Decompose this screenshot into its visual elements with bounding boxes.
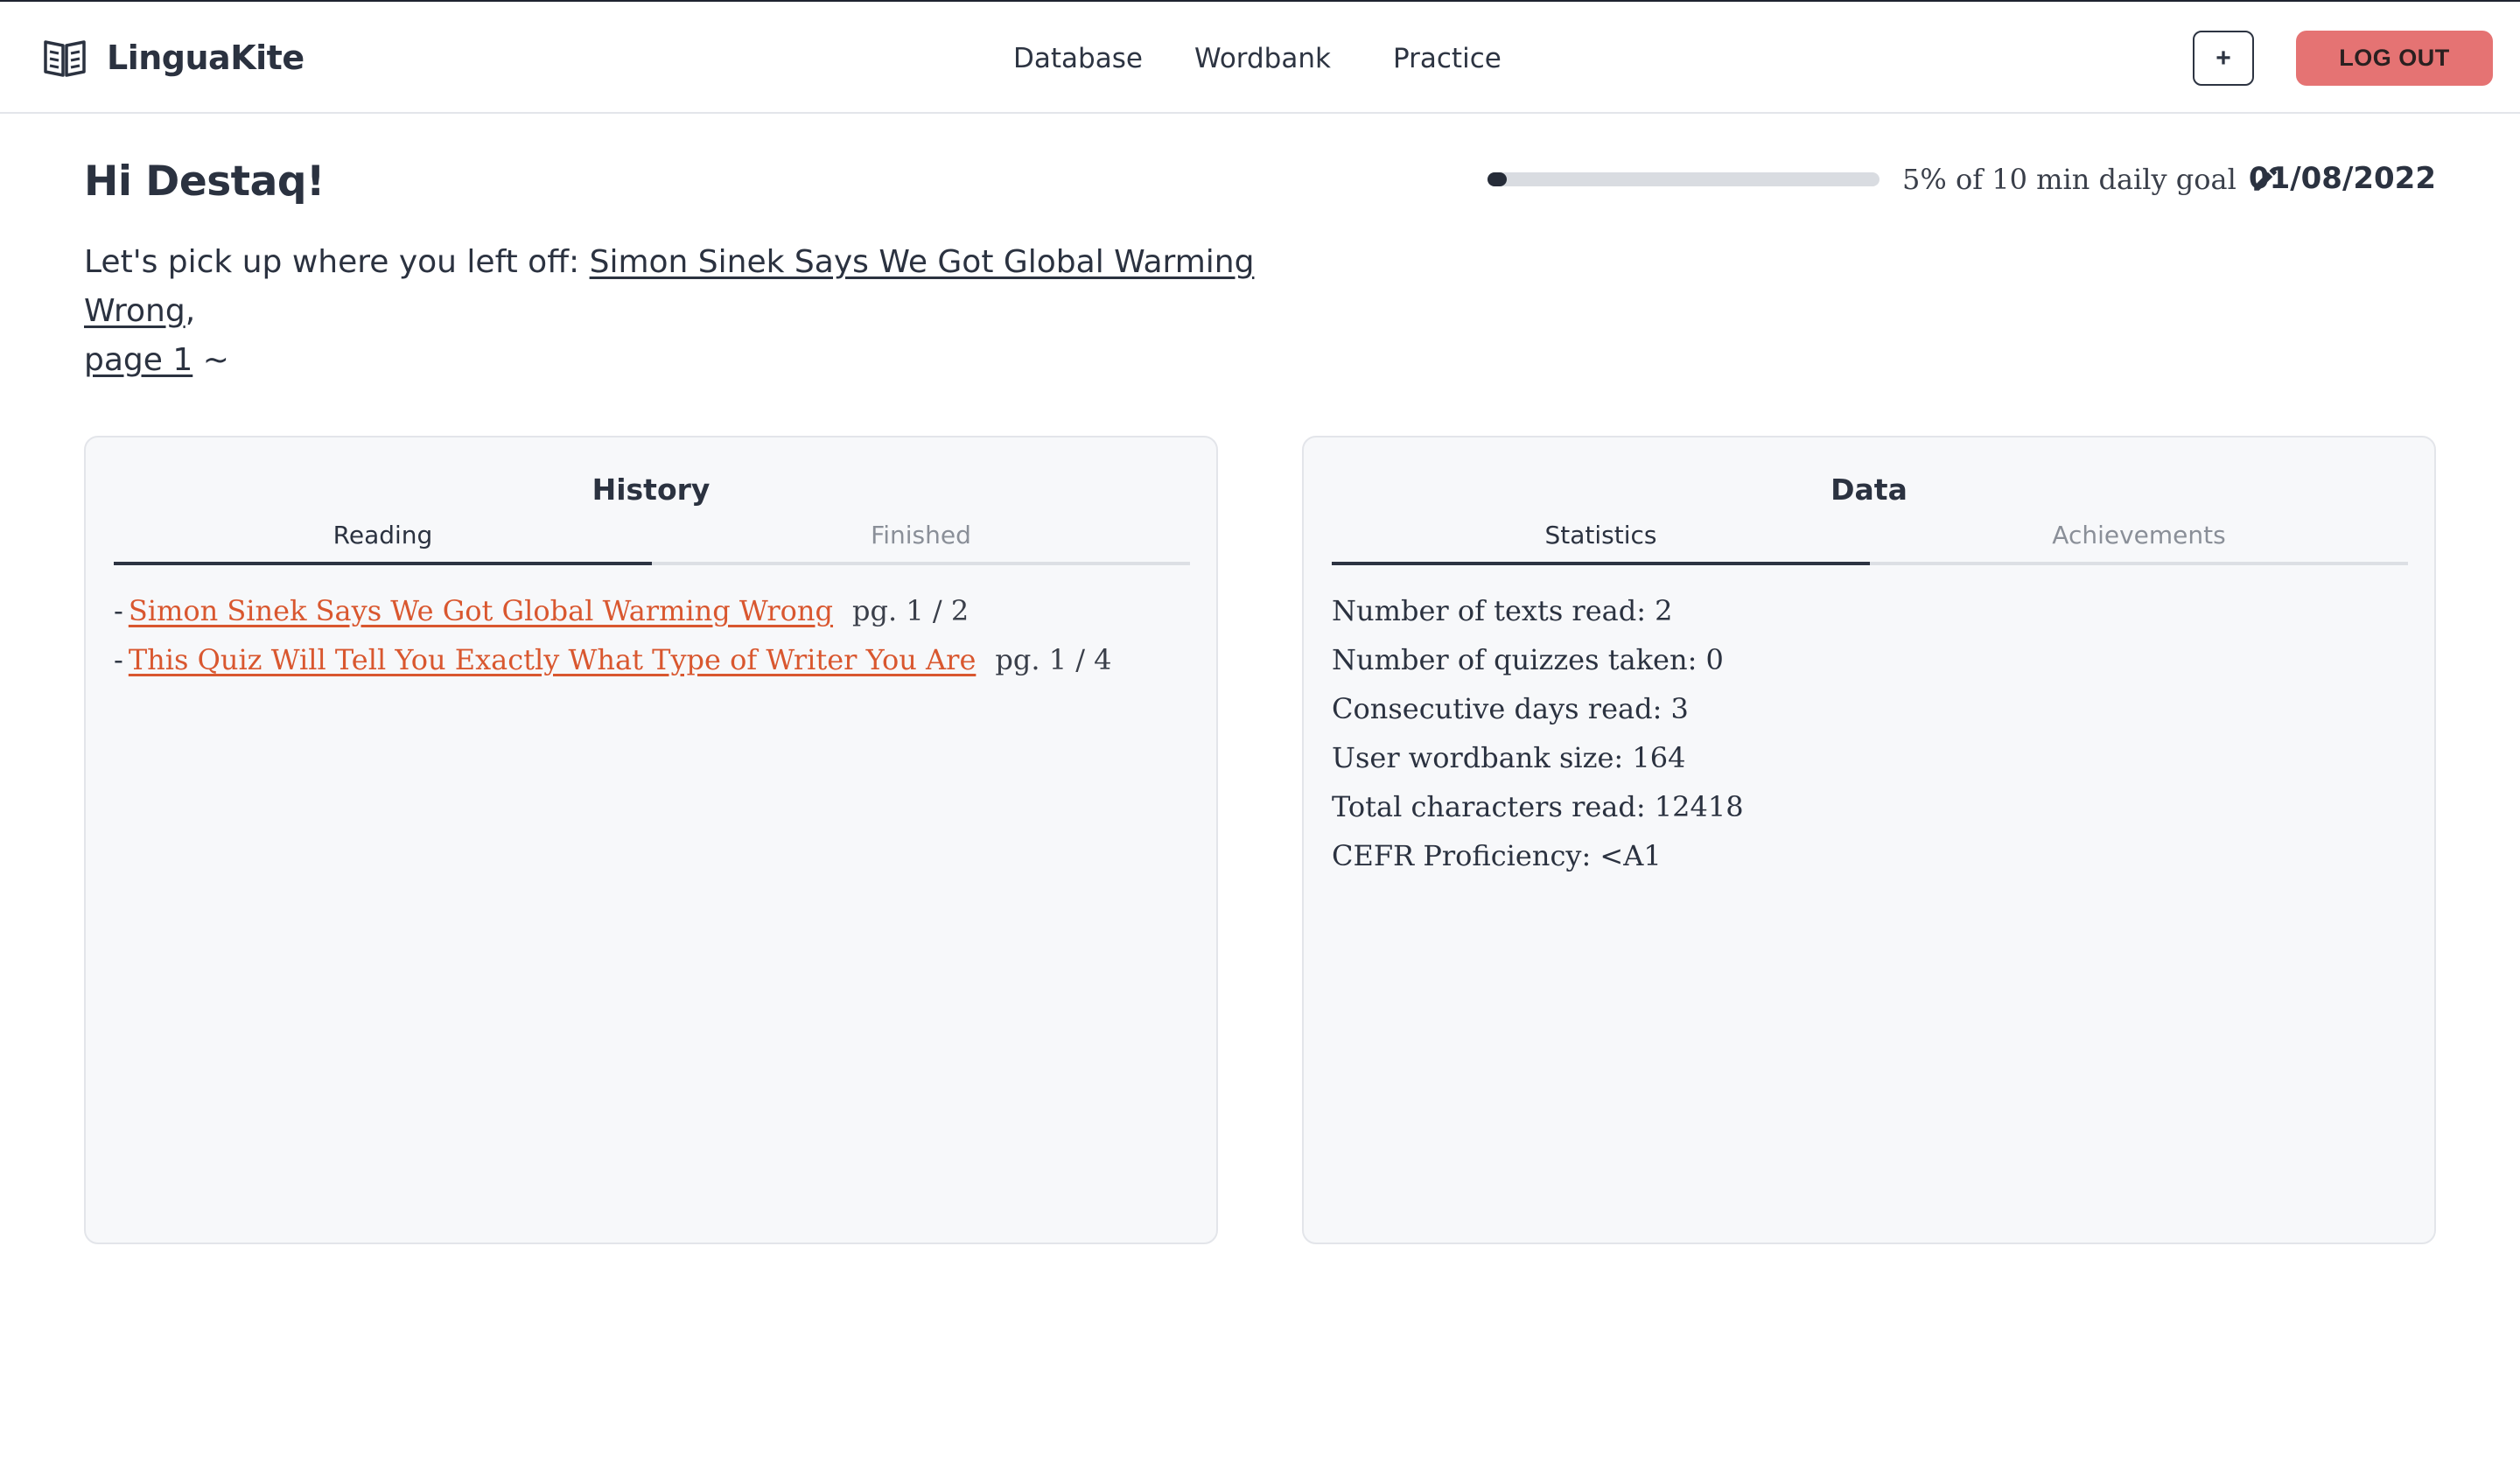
greeting-title: Hi Destaq! bbox=[84, 158, 325, 206]
daily-goal-progress-fill bbox=[1488, 172, 1508, 186]
nav-wordbank-link[interactable]: Wordbank bbox=[1194, 37, 1331, 80]
stat-quizzes-taken: Number of quizzes taken: 0 bbox=[1332, 643, 1724, 676]
stat-consecutive-days: Consecutive days read: 3 bbox=[1332, 692, 1689, 725]
nav-database-link[interactable]: Database bbox=[1013, 37, 1143, 80]
tab-finished[interactable]: Finished bbox=[652, 516, 1190, 562]
logout-button[interactable]: LOG OUT bbox=[2296, 31, 2493, 86]
daily-goal-progress-bar bbox=[1488, 172, 1880, 186]
data-tabs: Statistics Achievements bbox=[1332, 516, 2408, 565]
history-list: - Simon Sinek Says We Got Global Warming … bbox=[114, 586, 1190, 684]
top-navbar: LinguaKite Database Wordbank Practice + … bbox=[0, 0, 2520, 114]
statistics-list: Number of texts read: 2 Number of quizze… bbox=[1332, 586, 2408, 880]
list-item: - This Quiz Will Tell You Exactly What Ty… bbox=[114, 635, 1190, 684]
main-nav: Database Wordbank Practice bbox=[0, 37, 2520, 80]
resume-page-link[interactable]: page 1 bbox=[84, 342, 192, 378]
stat-wordbank-size: User wordbank size: 164 bbox=[1332, 741, 1686, 774]
list-bullet: - bbox=[114, 594, 123, 627]
current-date: 01/08/2022 bbox=[2248, 161, 2436, 196]
tab-reading[interactable]: Reading bbox=[114, 516, 652, 565]
tab-achievements[interactable]: Achievements bbox=[1870, 516, 2408, 562]
add-text-button[interactable]: + bbox=[2193, 31, 2254, 86]
history-card: History Reading Finished - Simon Sinek Sa… bbox=[84, 436, 1218, 1244]
resume-reading-text: Let's pick up where you left off: Simon … bbox=[84, 238, 1326, 385]
stat-characters-read: Total characters read: 12418 bbox=[1332, 790, 1744, 823]
history-tabs: Reading Finished bbox=[114, 516, 1190, 565]
data-title: Data bbox=[1830, 472, 1908, 507]
resume-suffix: ~ bbox=[192, 342, 229, 378]
page-progress: pg. 1 / 4 bbox=[995, 643, 1112, 676]
stat-cefr-proficiency: CEFR Proficiency: <A1 bbox=[1332, 839, 1662, 872]
tab-statistics[interactable]: Statistics bbox=[1332, 516, 1870, 565]
data-card: Data Statistics Achievements Number of t… bbox=[1302, 436, 2436, 1244]
resume-separator: , bbox=[185, 293, 196, 329]
history-text-link[interactable]: This Quiz Will Tell You Exactly What Typ… bbox=[129, 643, 976, 676]
list-item: - Simon Sinek Says We Got Global Warming … bbox=[114, 586, 1190, 635]
stat-texts-read: Number of texts read: 2 bbox=[1332, 594, 1673, 627]
history-text-link[interactable]: Simon Sinek Says We Got Global Warming W… bbox=[129, 594, 833, 627]
daily-goal-label: 5% of 10 min daily goal bbox=[1902, 163, 2236, 196]
resume-prefix: Let's pick up where you left off: bbox=[84, 244, 590, 280]
history-title: History bbox=[592, 472, 710, 507]
nav-practice-link[interactable]: Practice bbox=[1393, 37, 1502, 80]
page-progress: pg. 1 / 2 bbox=[852, 594, 970, 627]
daily-goal: 5% of 10 min daily goal bbox=[1488, 158, 2280, 201]
list-bullet: - bbox=[114, 643, 123, 676]
